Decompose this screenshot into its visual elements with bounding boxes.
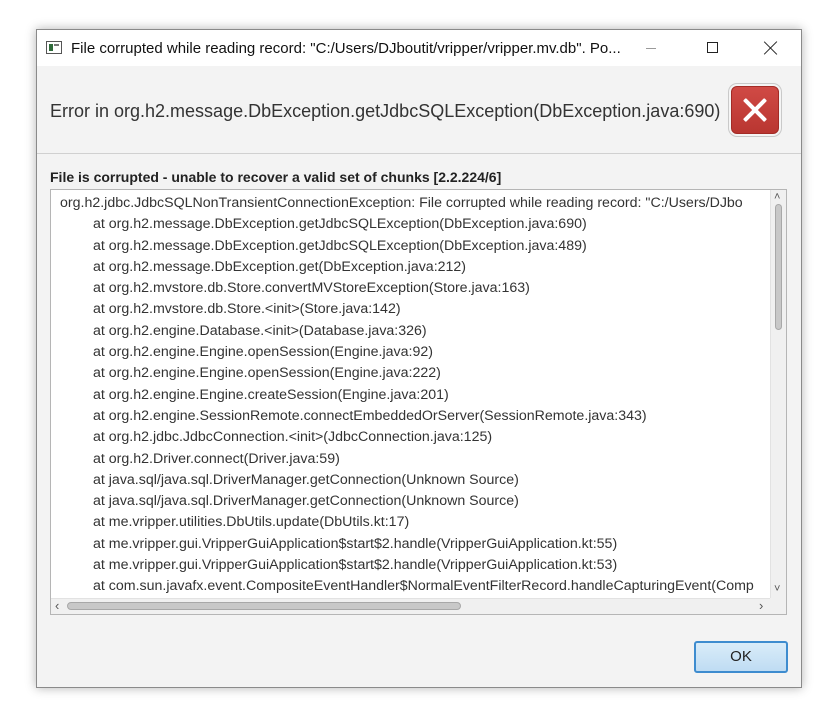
trace-frame-line: at org.h2.mvstore.db.Store.<init>(Store.… — [93, 301, 401, 318]
scroll-up-icon[interactable]: ˄ — [774, 192, 780, 203]
trace-frame-line: at org.h2.engine.Engine.openSession(Engi… — [93, 344, 433, 361]
error-dialog-window: File corrupted while reading record: "C:… — [36, 29, 802, 688]
trace-frame-line: at org.h2.message.DbException.getJdbcSQL… — [93, 216, 587, 233]
trace-frame-line: at me.vripper.utilities.DbUtils.update(D… — [93, 514, 410, 531]
trace-frame-line: at org.h2.Driver.connect(Driver.java:59) — [93, 450, 340, 467]
vertical-scroll-thumb[interactable] — [775, 204, 782, 330]
dialog-header: Error in org.h2.message.DbException.getJ… — [37, 66, 801, 154]
header-text: Error in org.h2.message.DbException.getJ… — [50, 101, 721, 121]
window-title: File corrupted while reading record: "C:… — [71, 40, 621, 57]
trace-frame-line: at me.vripper.gui.VripperGuiApplication$… — [93, 535, 618, 552]
close-button[interactable] — [747, 30, 793, 66]
trace-frame-line: at org.h2.mvstore.db.Store.convertMVStor… — [93, 280, 530, 297]
horizontal-scroll-thumb[interactable] — [67, 602, 461, 610]
trace-exception-line: org.h2.jdbc.JdbcSQLNonTransientConnectio… — [60, 195, 743, 211]
ok-button[interactable]: OK — [694, 641, 788, 673]
trace-frame-line: at java.sql/java.sql.DriverManager.getCo… — [93, 471, 519, 488]
close-icon — [763, 40, 779, 56]
minimize-button[interactable] — [629, 30, 675, 66]
trace-frame-line: at org.h2.message.DbException.get(DbExce… — [93, 258, 467, 275]
trace-frame-line: at me.vripper.gui.VripperGuiApplication$… — [93, 557, 618, 574]
trace-frame-line: at org.h2.engine.SessionRemote.connectEm… — [93, 407, 647, 424]
minimize-icon — [646, 48, 656, 49]
trace-frame-line: at org.h2.engine.Engine.createSession(En… — [93, 386, 449, 403]
title-bar[interactable]: File corrupted while reading record: "C:… — [37, 30, 801, 66]
maximize-icon — [707, 42, 718, 53]
error-icon — [731, 86, 779, 134]
trace-frame-line: at com.sun.javafx.event.CompositeEventHa… — [93, 578, 754, 595]
scroll-down-icon[interactable]: ˅ — [774, 584, 780, 595]
scroll-left-icon[interactable]: ‹ — [55, 599, 59, 612]
scroll-right-icon[interactable]: › — [759, 599, 763, 612]
trace-frame-line: at org.h2.jdbc.JdbcConnection.<init>(Jdb… — [93, 429, 493, 446]
trace-frame-line: at java.sql/java.sql.DriverManager.getCo… — [93, 493, 519, 510]
maximize-button[interactable] — [689, 30, 735, 66]
horizontal-scrollbar[interactable]: ‹ › — [51, 598, 771, 614]
stack-trace-textarea[interactable]: org.h2.jdbc.JdbcSQLNonTransientConnectio… — [50, 189, 787, 615]
vertical-scrollbar[interactable]: ˄ ˅ — [770, 190, 786, 598]
stack-trace-text: org.h2.jdbc.JdbcSQLNonTransientConnectio… — [51, 190, 771, 599]
trace-frame-line: at org.h2.engine.Database.<init>(Databas… — [93, 322, 427, 339]
trace-frame-line: at org.h2.message.DbException.getJdbcSQL… — [93, 237, 587, 254]
trace-frame-line: at org.h2.engine.Engine.openSession(Engi… — [93, 365, 441, 382]
content-label: File is corrupted - unable to recover a … — [50, 169, 502, 185]
scroll-corner — [770, 598, 786, 614]
app-icon — [46, 41, 62, 54]
